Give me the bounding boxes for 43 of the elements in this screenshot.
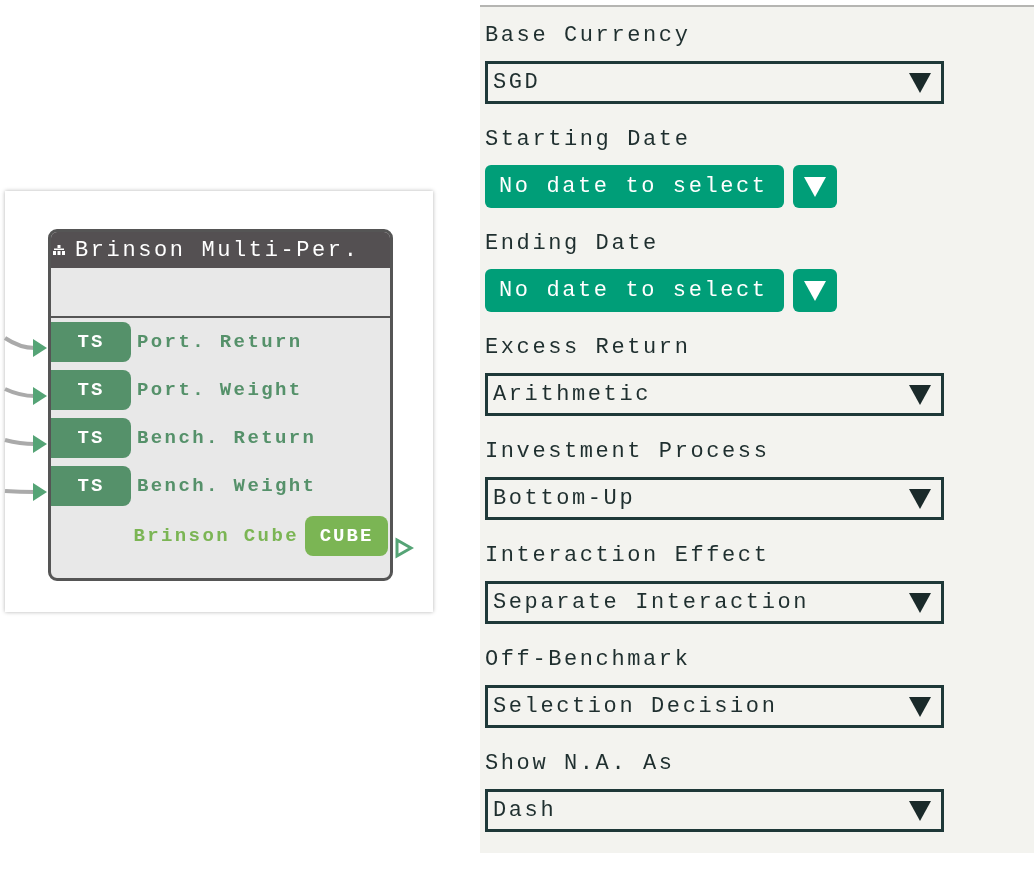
input-label: Bench. Weight: [137, 473, 317, 499]
field-label: Ending Date: [485, 230, 660, 258]
field-label: Investment Process: [485, 438, 771, 466]
date-dropdown-button[interactable]: [793, 165, 837, 208]
date-button[interactable]: No date to select: [485, 165, 784, 208]
date-button[interactable]: No date to select: [485, 269, 784, 312]
input-port[interactable]: TS: [51, 466, 131, 506]
connector-arrow: [4, 435, 47, 453]
dropdown[interactable]: Selection Decision: [485, 685, 944, 728]
connector-arrow: [4, 387, 47, 405]
hierarchy-icon: [53, 245, 65, 255]
caret-icon: [804, 280, 826, 301]
output-label: Brinson Cube: [133, 523, 299, 549]
input-label: Port. Return: [137, 329, 303, 355]
output-port[interactable]: CUBE: [305, 516, 388, 556]
input-port[interactable]: TS: [51, 370, 131, 410]
field-label: Excess Return: [485, 334, 692, 362]
input-label: Bench. Return: [137, 425, 317, 451]
caret-icon: [909, 800, 931, 821]
dropdown[interactable]: Separate Interaction: [485, 581, 944, 624]
field-label: Interaction Effect: [485, 542, 771, 570]
input-label: Port. Weight: [137, 377, 303, 403]
output-arrow-icon: [394, 537, 414, 559]
connector-arrow: [3, 336, 47, 357]
caret-icon: [909, 488, 931, 509]
dropdown[interactable]: SGD: [485, 61, 944, 104]
connector-arrow: [4, 483, 47, 501]
caret-icon: [909, 72, 931, 93]
field-label: Off-Benchmark: [485, 646, 692, 674]
caret-icon: [909, 696, 931, 717]
caret-icon: [804, 176, 826, 197]
dropdown[interactable]: Dash: [485, 789, 944, 832]
field-label: Show N.A. As: [485, 750, 676, 778]
input-port[interactable]: TS: [51, 322, 131, 362]
caret-icon: [909, 592, 931, 613]
node-title: Brinson Multi-Per.: [75, 236, 360, 265]
field-label: Starting Date: [485, 126, 692, 154]
input-port[interactable]: TS: [51, 418, 131, 458]
dropdown[interactable]: Arithmetic: [485, 373, 944, 416]
field-label: Base Currency: [485, 22, 692, 50]
caret-icon: [909, 384, 931, 405]
dropdown[interactable]: Bottom-Up: [485, 477, 944, 520]
date-dropdown-button[interactable]: [793, 269, 837, 312]
